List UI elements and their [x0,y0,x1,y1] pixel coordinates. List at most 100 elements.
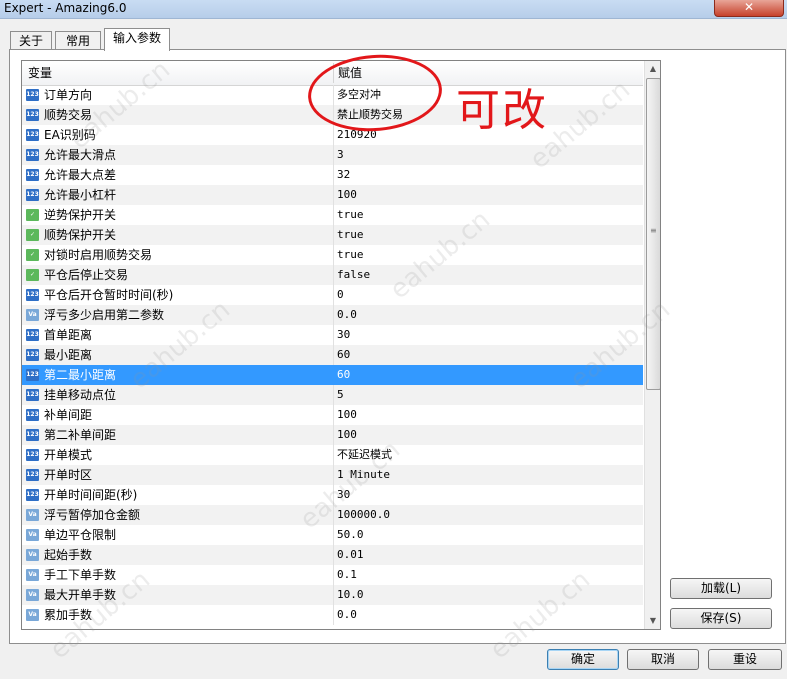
param-name: 允许最小杠杆 [44,188,117,202]
param-row[interactable]: Va 最大开单手数 10.0 [22,585,643,605]
header-variable[interactable]: 变量 [28,61,52,85]
param-name: 开单模式 [44,448,93,462]
param-row[interactable]: 123 挂单移动点位 5 [22,385,643,405]
param-name: 开单时区 [44,468,93,482]
close-button[interactable]: ✕ [714,0,784,17]
param-value[interactable]: 50.0 [337,525,364,545]
param-value[interactable]: 32 [337,165,350,185]
param-row[interactable]: ✓ 对锁时启用顺势交易 true [22,245,643,265]
param-value[interactable]: 3 [337,145,344,165]
param-row[interactable]: ✓ 平仓后停止交易 false [22,265,643,285]
param-row[interactable]: Va 起始手数 0.01 [22,545,643,565]
param-row[interactable]: 123 第二补单间距 100 [22,425,643,445]
param-value[interactable]: 0 [337,285,344,305]
param-row[interactable]: ✓ 逆势保护开关 true [22,205,643,225]
param-value[interactable]: 不延迟模式 [337,445,392,465]
param-value[interactable]: 30 [337,485,350,505]
tab-common[interactable]: 常用 [55,31,101,50]
param-name: 允许最大点差 [44,168,117,182]
param-row[interactable]: 123 首单距离 30 [22,325,643,345]
integer-param-icon: 123 [26,469,39,481]
tab-about-label: 关于 [18,34,43,48]
scroll-up-icon[interactable]: ▲ [645,61,660,77]
param-row[interactable]: Va 累加手数 0.0 [22,605,643,625]
param-value[interactable]: false [337,265,370,285]
param-row[interactable]: Va 单边平仓限制 50.0 [22,525,643,545]
window-title: Expert - Amazing6.0 [4,1,127,15]
param-value[interactable]: 1 Minute [337,465,390,485]
tab-input-params-label: 输入参数 [112,31,161,45]
param-value[interactable]: 10.0 [337,585,364,605]
integer-param-icon: 123 [26,489,39,501]
param-row[interactable]: 123 EA识别码 210920 [22,125,643,145]
integer-param-icon: 123 [26,149,39,161]
param-value[interactable]: 0.0 [337,605,357,625]
param-value[interactable]: 5 [337,385,344,405]
tab-input-params[interactable]: 输入参数 [104,28,170,51]
param-row[interactable]: ✓ 顺势保护开关 true [22,225,643,245]
double-param-icon: Va [26,589,39,601]
grip-icon: ≡ [650,226,657,235]
param-value[interactable]: 100 [337,425,357,445]
vertical-scrollbar[interactable]: ▲ ≡ ▼ [644,61,660,629]
load-button[interactable]: 加载(L) [670,578,772,599]
reset-button[interactable]: 重设 [708,649,782,670]
integer-param-icon: 123 [26,169,39,181]
param-name: 最小距离 [44,348,93,362]
param-value[interactable]: 100000.0 [337,505,390,525]
param-name: 平仓后停止交易 [44,268,129,282]
param-value[interactable]: true [337,205,364,225]
boolean-param-icon: ✓ [26,229,39,241]
param-name: 第二补单间距 [44,428,117,442]
param-name: 开单时间间距(秒) [44,488,138,502]
param-row[interactable]: 123 平仓后开仓暂时时间(秒) 0 [22,285,643,305]
param-value[interactable]: true [337,225,364,245]
param-row[interactable]: 123 允许最大点差 32 [22,165,643,185]
param-value[interactable]: 100 [337,185,357,205]
param-row[interactable]: 123 补单间距 100 [22,405,643,425]
integer-param-icon: 123 [26,109,39,121]
param-value[interactable]: 100 [337,405,357,425]
param-value[interactable]: 0.01 [337,545,364,565]
param-name: 第二最小距离 [44,368,117,382]
param-row[interactable]: 123 允许最大滑点 3 [22,145,643,165]
integer-param-icon: 123 [26,449,39,461]
param-value[interactable]: 60 [337,365,350,385]
param-name: 最大开单手数 [44,588,117,602]
param-name: 单边平仓限制 [44,528,117,542]
cancel-button[interactable]: 取消 [627,649,699,670]
ok-button[interactable]: 确定 [547,649,619,670]
save-button[interactable]: 保存(S) [670,608,772,629]
annotation-text: 可改 [456,85,548,136]
param-value[interactable]: 30 [337,325,350,345]
param-row[interactable]: 123 允许最小杠杆 100 [22,185,643,205]
double-param-icon: Va [26,609,39,621]
param-name: 手工下单手数 [44,568,117,582]
scroll-thumb[interactable]: ≡ [646,78,660,390]
param-value[interactable]: 0.0 [337,305,357,325]
param-name: EA识别码 [44,128,96,142]
param-row[interactable]: 123 开单时间间距(秒) 30 [22,485,643,505]
param-row[interactable]: Va 浮亏多少启用第二参数 0.0 [22,305,643,325]
integer-param-icon: 123 [26,289,39,301]
param-name: 浮亏暂停加仓金额 [44,508,141,522]
param-value[interactable]: 60 [337,345,350,365]
param-name: 允许最大滑点 [44,148,117,162]
boolean-param-icon: ✓ [26,269,39,281]
param-name: 累加手数 [44,608,93,622]
param-value[interactable]: 0.1 [337,565,357,585]
boolean-param-icon: ✓ [26,209,39,221]
double-param-icon: Va [26,549,39,561]
param-row[interactable]: 123 第二最小距离 60 [22,365,643,385]
scroll-down-icon[interactable]: ▼ [645,613,660,629]
param-row[interactable]: 123 开单时区 1 Minute [22,465,643,485]
param-value[interactable]: true [337,245,364,265]
param-row[interactable]: Va 手工下单手数 0.1 [22,565,643,585]
param-row[interactable]: 123 开单模式 不延迟模式 [22,445,643,465]
parameters-grid: 变量 赋值 123 订单方向 多空对冲 123 顺势交易 禁止顺势交易 123 EA识别码 21… [21,60,661,630]
param-name: 浮亏多少启用第二参数 [44,308,165,322]
param-row[interactable]: Va 浮亏暂停加仓金额 100000.0 [22,505,643,525]
tab-about[interactable]: 关于 [10,31,52,50]
integer-param-icon: 123 [26,89,39,101]
param-row[interactable]: 123 最小距离 60 [22,345,643,365]
